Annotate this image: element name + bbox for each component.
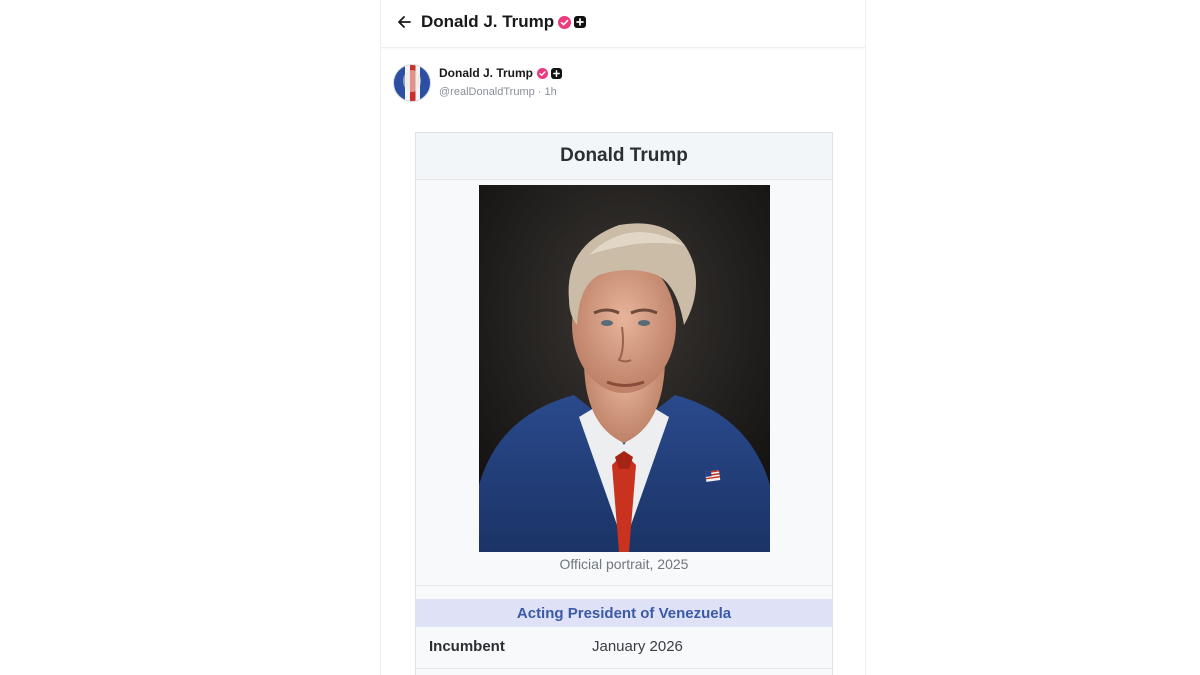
author-handle[interactable]: @realDonaldTrump · 1h <box>439 86 557 98</box>
plus-badge-icon <box>551 67 563 79</box>
divider <box>416 585 832 586</box>
page-title: Donald J. Trump <box>421 12 587 32</box>
verified-badge-icon <box>558 15 572 29</box>
infobox-title: Donald Trump <box>416 133 832 180</box>
incumbent-label: Incumbent <box>429 638 505 655</box>
portrait-caption: Official portrait, 2025 <box>559 556 689 572</box>
post-column: Donald J. Trump Donald J. Trump @realDon… <box>380 0 866 675</box>
verified-badge-icon <box>537 67 549 79</box>
arrow-left-icon <box>398 16 411 28</box>
post-header: Donald J. Trump @realDonaldTrump · 1h <box>393 64 853 104</box>
plus-badge-icon <box>574 16 587 28</box>
wiki-infobox: Donald Trump Official portrait, 2025 Act… <box>415 132 833 675</box>
page-title-text: Donald J. Trump <box>421 12 555 31</box>
office-title[interactable]: Acting President of Venezuela <box>416 599 832 627</box>
author-name-text: Donald J. Trump <box>439 66 534 80</box>
author-name[interactable]: Donald J. Trump <box>439 66 563 80</box>
divider <box>416 668 832 669</box>
avatar[interactable] <box>393 64 431 102</box>
top-bar: Donald J. Trump <box>381 0 865 48</box>
official-portrait-image[interactable] <box>479 185 770 552</box>
back-button[interactable] <box>393 11 415 33</box>
incumbent-date: January 2026 <box>592 638 683 655</box>
